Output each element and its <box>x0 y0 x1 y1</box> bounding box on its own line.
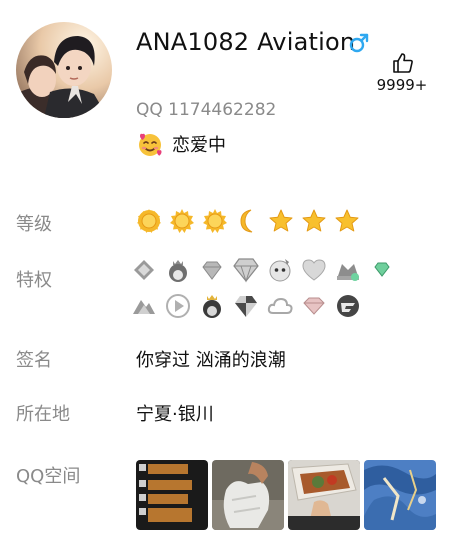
sun-icon <box>170 209 194 233</box>
smiling-face-with-hearts-icon <box>139 133 162 156</box>
sun-icon <box>137 209 161 233</box>
food-photo[interactable] <box>288 460 360 530</box>
king-penguin-icon <box>203 295 221 318</box>
signature-label: 签名 <box>16 350 52 371</box>
level-label: 等级 <box>16 214 52 235</box>
like-count[interactable]: 9999+ <box>368 76 436 94</box>
moon-icon <box>240 209 253 233</box>
diamond-icon <box>202 261 222 280</box>
relationship-status[interactable]: 恋爱中 <box>136 130 226 158</box>
star-icon <box>269 209 293 232</box>
profile-name: ANA1082 Aviation <box>136 28 356 56</box>
sun-icon <box>203 209 227 233</box>
penguin-face-icon <box>269 259 291 282</box>
privilege-badges-row-1[interactable] <box>130 256 396 284</box>
speed-badge-icon <box>337 295 359 317</box>
green-gem-icon <box>374 262 390 277</box>
black-diamond-icon <box>235 296 257 317</box>
avatar[interactable] <box>16 22 112 118</box>
heart-icon <box>302 259 326 281</box>
star-icon <box>335 209 359 232</box>
qzone-label[interactable]: QQ空间 <box>16 462 80 488</box>
star-icon <box>302 209 326 232</box>
signature-value[interactable]: 你穿过 汹涌的浪潮 <box>136 346 286 372</box>
location-value: 宁夏·银川 <box>136 404 214 425</box>
play-icon <box>166 294 190 318</box>
chat-screenshot-photo[interactable] <box>136 460 208 530</box>
privilege-label: 特权 <box>16 270 52 291</box>
male-icon <box>349 33 369 53</box>
svip-badge-icon <box>134 260 154 280</box>
crown-penguin-icon <box>169 260 187 282</box>
relationship-status-text: 恋爱中 <box>172 135 226 156</box>
mountain-badge-icon <box>133 300 155 314</box>
bag-photo[interactable] <box>212 460 284 530</box>
cloud-icon <box>267 297 293 314</box>
thumbs-up-icon[interactable] <box>392 52 414 74</box>
crown-badge-icon <box>337 264 359 281</box>
level-badges[interactable] <box>136 208 360 234</box>
qzone-photos[interactable] <box>136 460 436 530</box>
big-diamond-icon <box>233 258 259 283</box>
privilege-badges-row-2[interactable] <box>130 292 362 320</box>
location-label: 所在地 <box>16 404 70 425</box>
blue-abstract-photo[interactable] <box>364 460 436 530</box>
pink-diamond-icon <box>303 297 325 315</box>
qq-number: QQ 1174462282 <box>136 100 277 120</box>
